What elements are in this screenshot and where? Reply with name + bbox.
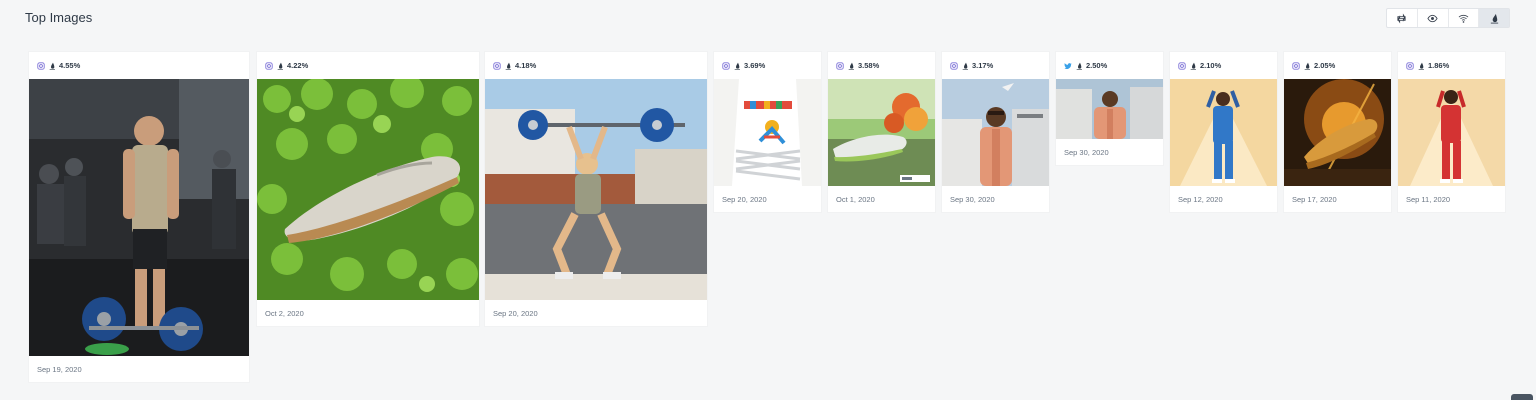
image-card[interactable]: 2.50% Sep 30, 2020 xyxy=(1056,52,1163,165)
post-image[interactable] xyxy=(714,79,821,186)
twitter-icon xyxy=(1064,62,1072,70)
image-card[interactable]: 4.22% Oct 2, 2020 xyxy=(257,52,479,326)
image-card[interactable]: 4.18% Sep 20, 2020 xyxy=(485,52,707,326)
eye-icon xyxy=(1427,14,1438,22)
post-image[interactable] xyxy=(29,79,249,356)
instagram-icon xyxy=(836,61,844,70)
card-header: 3.17% xyxy=(942,52,1049,79)
post-date: Sep 20, 2020 xyxy=(493,308,538,318)
instagram-icon xyxy=(722,61,730,70)
engagement-rate: 2.50% xyxy=(1086,61,1108,70)
card-header: 1.86% xyxy=(1398,52,1505,79)
engagement-rate: 3.69% xyxy=(744,61,766,70)
retweet-icon xyxy=(1397,12,1407,24)
reach-button[interactable] xyxy=(1449,9,1480,27)
engagement-rate: 4.22% xyxy=(287,61,309,70)
post-date: Oct 1, 2020 xyxy=(836,194,875,204)
card-header: 2.10% xyxy=(1170,52,1277,79)
post-date: Sep 20, 2020 xyxy=(722,194,767,204)
engagement-drop-icon xyxy=(1076,62,1083,70)
image-card[interactable]: 4.55% Sep 19, 2020 xyxy=(29,52,249,382)
post-date: Sep 17, 2020 xyxy=(1292,194,1337,204)
instagram-icon xyxy=(1406,61,1414,70)
card-header: 4.55% xyxy=(29,52,249,79)
post-date: Sep 12, 2020 xyxy=(1178,194,1223,204)
card-header: 4.22% xyxy=(257,52,479,79)
post-image[interactable] xyxy=(1056,79,1163,139)
card-header: 2.05% xyxy=(1284,52,1391,79)
instagram-icon xyxy=(1292,61,1300,70)
image-card[interactable]: 3.58% Oct 1, 2020 xyxy=(828,52,935,212)
instagram-icon xyxy=(265,61,273,70)
post-date: Sep 19, 2020 xyxy=(37,364,82,374)
engagement-rate: 2.05% xyxy=(1314,61,1336,70)
post-image[interactable] xyxy=(257,79,479,300)
views-button[interactable] xyxy=(1418,9,1449,27)
card-header: 3.69% xyxy=(714,52,821,79)
engagement-drop-icon xyxy=(505,62,512,70)
post-image[interactable] xyxy=(1284,79,1391,186)
engagement-rate: 2.10% xyxy=(1200,61,1222,70)
post-date: Oct 2, 2020 xyxy=(265,308,304,318)
post-image[interactable] xyxy=(1170,79,1277,186)
instagram-icon xyxy=(1178,61,1186,70)
image-card[interactable]: 2.05% Sep 17, 2020 xyxy=(1284,52,1391,212)
view-toolbar xyxy=(1386,8,1510,28)
engagement-rate: 4.55% xyxy=(59,61,81,70)
engagement-button[interactable] xyxy=(1479,9,1509,27)
engagement-drop-icon xyxy=(1490,13,1498,23)
post-image[interactable] xyxy=(1398,79,1505,186)
engagement-rate: 4.18% xyxy=(515,61,537,70)
engagement-rate: 3.17% xyxy=(972,61,994,70)
wifi-icon xyxy=(1458,14,1469,23)
engagement-drop-icon xyxy=(1190,62,1197,70)
engagement-drop-icon xyxy=(277,62,284,70)
engagement-rate: 1.86% xyxy=(1428,61,1450,70)
engagement-drop-icon xyxy=(848,62,855,70)
scroll-tab[interactable] xyxy=(1511,394,1533,400)
image-card[interactable]: 3.69% Sep 20, 2020 xyxy=(714,52,821,212)
post-image[interactable] xyxy=(485,79,707,300)
instagram-icon xyxy=(493,61,501,70)
instagram-icon xyxy=(37,61,45,70)
card-header: 3.58% xyxy=(828,52,935,79)
post-image[interactable] xyxy=(828,79,935,186)
engagement-drop-icon xyxy=(962,62,969,70)
retweets-button[interactable] xyxy=(1387,9,1418,27)
post-date: Sep 11, 2020 xyxy=(1406,194,1451,204)
instagram-icon xyxy=(950,61,958,70)
image-card[interactable]: 1.86% Sep 11, 2020 xyxy=(1398,52,1505,212)
card-header: 2.50% xyxy=(1056,52,1163,79)
engagement-drop-icon xyxy=(1304,62,1311,70)
engagement-drop-icon xyxy=(49,62,56,70)
engagement-drop-icon xyxy=(734,62,741,70)
post-date: Sep 30, 2020 xyxy=(950,194,995,204)
post-image[interactable] xyxy=(942,79,1049,186)
page-title: Top Images xyxy=(25,10,93,25)
image-card[interactable]: 2.10% Sep 12, 2020 xyxy=(1170,52,1277,212)
engagement-drop-icon xyxy=(1418,62,1425,70)
image-card[interactable]: 3.17% Sep 30, 2020 xyxy=(942,52,1049,212)
engagement-rate: 3.58% xyxy=(858,61,880,70)
post-date: Sep 30, 2020 xyxy=(1064,147,1109,157)
card-header: 4.18% xyxy=(485,52,707,79)
